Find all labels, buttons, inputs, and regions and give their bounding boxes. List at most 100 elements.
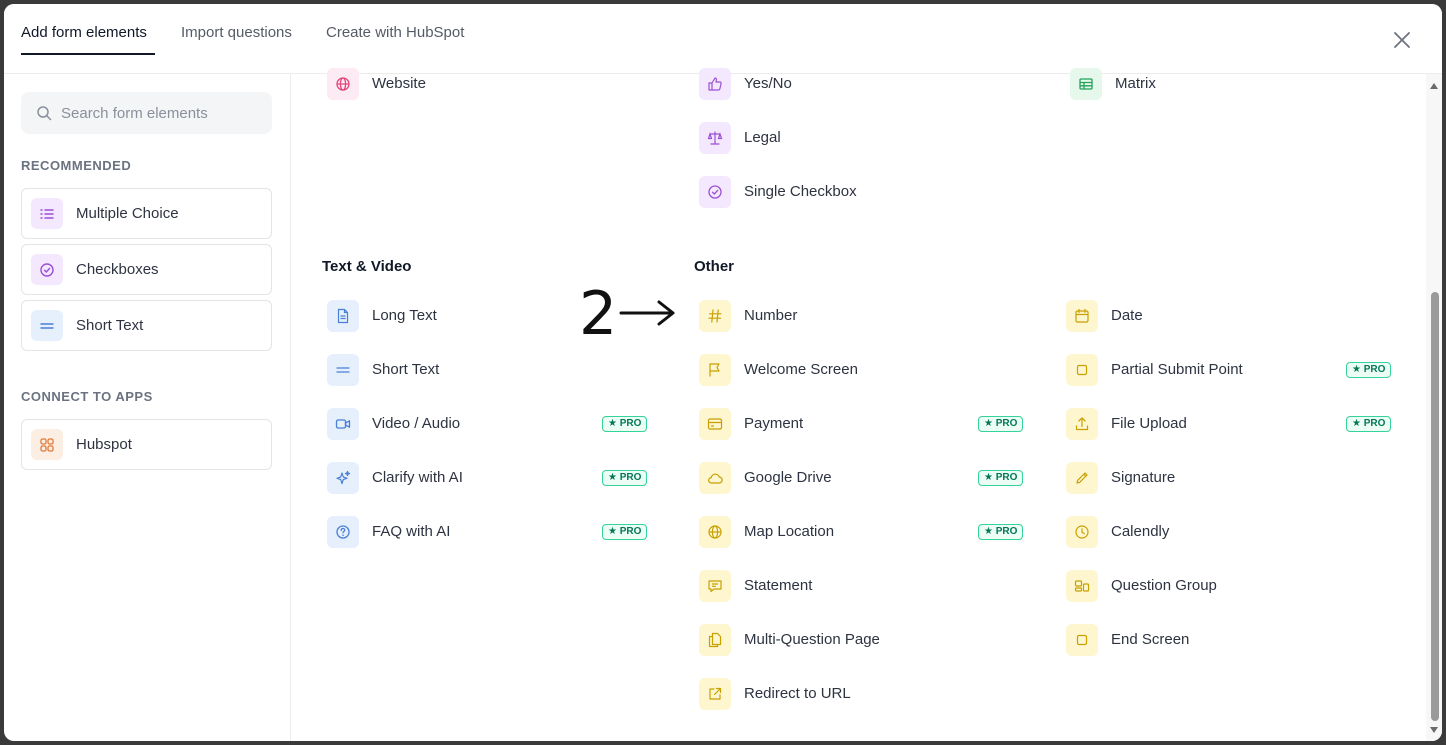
hash-icon <box>699 300 731 332</box>
element-label: Single Checkbox <box>744 183 857 200</box>
pro-badge: ★ PRO <box>602 416 648 432</box>
tab-create-with-hubspot[interactable]: Create with HubSpot <box>326 24 464 41</box>
recommended-short-text[interactable]: Short Text <box>21 300 272 351</box>
list-icon <box>31 198 63 229</box>
element-google-drive[interactable]: Google Drive ★ PRO <box>699 462 1029 494</box>
arrow-right-icon <box>619 300 675 326</box>
element-end-screen[interactable]: End Screen <box>1066 624 1396 656</box>
search-input[interactable] <box>61 92 266 134</box>
pro-badge: ★ PRO <box>978 470 1024 486</box>
element-legal[interactable]: Legal <box>699 122 1029 154</box>
document-icon <box>327 300 359 332</box>
element-matrix[interactable]: Matrix <box>1070 68 1400 100</box>
element-label: Website <box>372 75 426 92</box>
element-multi-question-page[interactable]: Multi-Question Page <box>699 624 1029 656</box>
grid-icon <box>31 429 63 460</box>
pro-badge: ★ PRO <box>1346 416 1392 432</box>
scale-icon <box>699 122 731 154</box>
element-short-text[interactable]: Short Text <box>327 354 657 386</box>
element-video-audio[interactable]: Video / Audio ★ PRO <box>327 408 657 440</box>
element-label: Map Location <box>744 523 835 540</box>
element-label: Long Text <box>372 307 437 324</box>
element-label: Clarify with AI <box>372 469 463 486</box>
tab-import-questions[interactable]: Import questions <box>181 24 292 41</box>
globe-icon <box>327 68 359 100</box>
clock-icon <box>1066 516 1098 548</box>
close-icon <box>1394 32 1410 48</box>
scrollbar[interactable] <box>1426 74 1442 741</box>
pages-icon <box>699 624 731 656</box>
sparkle-icon <box>327 462 359 494</box>
group-icon <box>1066 570 1098 602</box>
section-title-other: Other <box>694 258 735 275</box>
pro-badge: ★ PRO <box>602 470 648 486</box>
element-payment[interactable]: Payment ★ PRO <box>699 408 1029 440</box>
element-number[interactable]: Number <box>699 300 1029 332</box>
video-icon <box>327 408 359 440</box>
equals-icon <box>327 354 359 386</box>
scroll-down-icon[interactable] <box>1429 726 1439 734</box>
element-statement[interactable]: Statement <box>699 570 1029 602</box>
element-label: Multi-Question Page <box>744 631 880 648</box>
cloud-icon <box>699 462 731 494</box>
recommended-label: Checkboxes <box>76 261 159 278</box>
element-question-group[interactable]: Question Group <box>1066 570 1396 602</box>
element-signature[interactable]: Signature <box>1066 462 1396 494</box>
element-faq-with-ai[interactable]: FAQ with AI ★ PRO <box>327 516 657 548</box>
element-label: Short Text <box>372 361 440 378</box>
pro-badge: ★ PRO <box>602 524 648 540</box>
section-title-text-video: Text & Video <box>322 258 412 275</box>
close-button[interactable] <box>1390 28 1414 52</box>
element-file-upload[interactable]: File Upload ★ PRO <box>1066 408 1396 440</box>
elements-panel: Website Yes/No Legal Single Checkbox Mat… <box>292 68 1422 741</box>
element-label: Matrix <box>1115 75 1156 92</box>
annotation-arrow: 2 <box>579 279 679 349</box>
square-icon <box>1066 354 1098 386</box>
element-website[interactable]: Website <box>327 68 657 100</box>
element-welcome-screen[interactable]: Welcome Screen <box>699 354 1029 386</box>
element-label: Video / Audio <box>372 415 461 432</box>
element-label: Google Drive <box>744 469 832 486</box>
element-yes-no[interactable]: Yes/No <box>699 68 1029 100</box>
element-label: FAQ with AI <box>372 523 451 540</box>
search-box[interactable] <box>21 92 272 134</box>
recommended-heading: RECOMMENDED <box>21 158 132 173</box>
recommended-multiple-choice[interactable]: Multiple Choice <box>21 188 272 239</box>
active-tab-underline <box>21 53 155 55</box>
annotation-number: 2 <box>579 282 617 342</box>
equals-icon <box>31 310 63 341</box>
element-partial-submit-point[interactable]: Partial Submit Point ★ PRO <box>1066 354 1396 386</box>
check-circle-icon <box>699 176 731 208</box>
scrollbar-thumb[interactable] <box>1431 292 1439 721</box>
calendar-icon <box>1066 300 1098 332</box>
element-label: Statement <box>744 577 813 594</box>
pro-badge: ★ PRO <box>978 416 1024 432</box>
element-map-location[interactable]: Map Location ★ PRO <box>699 516 1029 548</box>
recommended-label: Multiple Choice <box>76 205 179 222</box>
element-clarify-with-ai[interactable]: Clarify with AI ★ PRO <box>327 462 657 494</box>
element-label: End Screen <box>1111 631 1190 648</box>
question-icon <box>327 516 359 548</box>
element-label: Partial Submit Point <box>1111 361 1243 378</box>
add-elements-modal: Add form elements Import questions Creat… <box>4 4 1442 741</box>
globe-icon <box>699 516 731 548</box>
element-date[interactable]: Date <box>1066 300 1396 332</box>
tab-add-form-elements[interactable]: Add form elements <box>21 24 147 41</box>
search-icon <box>37 106 52 121</box>
thumbs-up-icon <box>699 68 731 100</box>
element-label: Date <box>1111 307 1143 324</box>
pencil-icon <box>1066 462 1098 494</box>
element-label: Number <box>744 307 798 324</box>
scroll-up-icon[interactable] <box>1429 82 1439 90</box>
element-label: Yes/No <box>744 75 792 92</box>
element-label: Calendly <box>1111 523 1170 540</box>
element-single-checkbox[interactable]: Single Checkbox <box>699 176 1029 208</box>
element-calendly[interactable]: Calendly <box>1066 516 1396 548</box>
square-icon <box>1066 624 1098 656</box>
app-hubspot[interactable]: Hubspot <box>21 419 272 470</box>
element-redirect-to-url[interactable]: Redirect to URL <box>699 678 1029 710</box>
element-label: Signature <box>1111 469 1176 486</box>
element-label: Question Group <box>1111 577 1217 594</box>
recommended-checkboxes[interactable]: Checkboxes <box>21 244 272 295</box>
app-label: Hubspot <box>76 436 132 453</box>
